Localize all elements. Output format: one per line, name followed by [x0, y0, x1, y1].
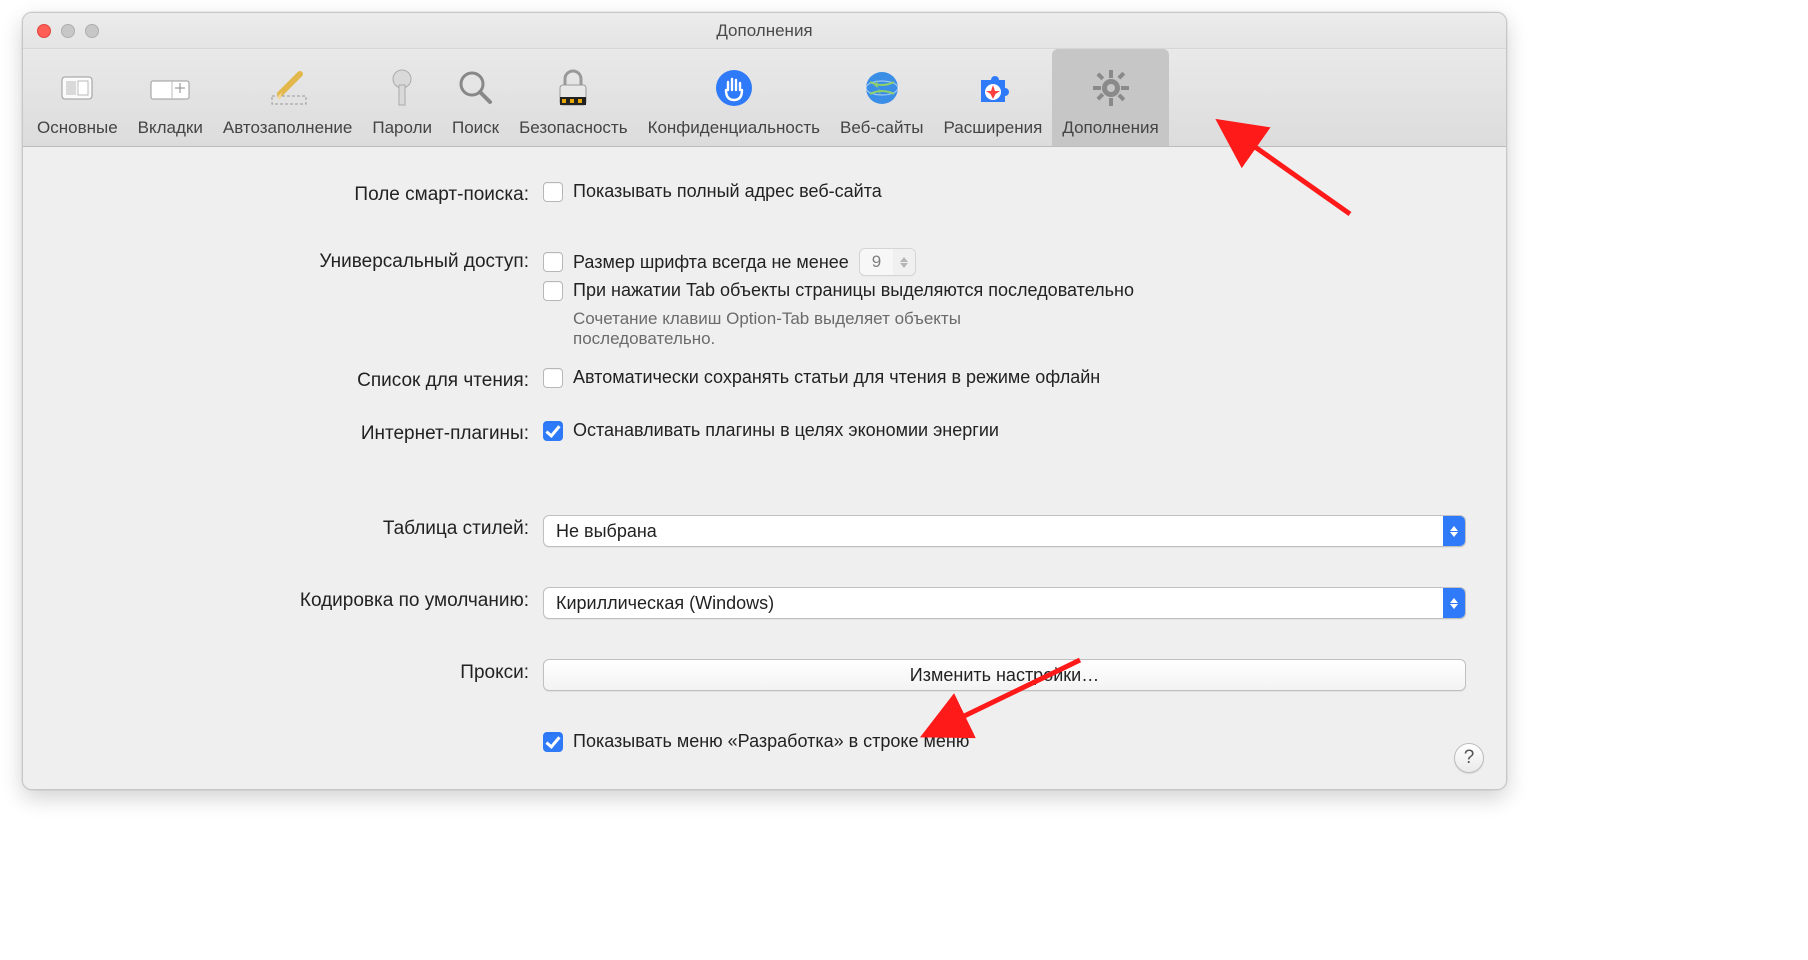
zoom-window-button[interactable]	[85, 24, 99, 38]
tabs-icon	[148, 66, 192, 110]
reading-offline-checkbox[interactable]	[543, 368, 563, 388]
show-full-url-row[interactable]: Показывать полный адрес веб-сайта	[543, 181, 1466, 202]
preferences-window: Дополнения Основные Вкладки Автозаполнен…	[22, 12, 1507, 790]
window-title: Дополнения	[23, 13, 1506, 49]
switch-icon	[55, 66, 99, 110]
tab-label: Автозаполнение	[223, 118, 353, 138]
min-font-checkbox[interactable]	[543, 252, 563, 272]
develop-menu-row[interactable]: Показывать меню «Разработка» в строке ме…	[543, 731, 1466, 752]
tab-label: Поиск	[452, 118, 499, 138]
tab-label: Пароли	[372, 118, 432, 138]
tab-label: Безопасность	[519, 118, 627, 138]
chevron-updown-icon	[893, 249, 915, 275]
accessibility-hint: Сочетание клавиш Option-Tab выделяет объ…	[573, 309, 1093, 349]
show-full-url-checkbox[interactable]	[543, 182, 563, 202]
minimize-window-button[interactable]	[61, 24, 75, 38]
checkbox-label: При нажатии Tab объекты страницы выделяю…	[573, 280, 1134, 301]
stylesheet-select[interactable]: Не выбрана	[543, 515, 1466, 547]
select-value: Не выбрана	[544, 521, 1443, 542]
checkbox-label: Останавливать плагины в целях экономии э…	[573, 420, 999, 441]
min-font-select[interactable]: 9	[859, 248, 916, 276]
magnifier-icon	[454, 66, 498, 110]
checkbox-label: Показывать меню «Разработка» в строке ме…	[573, 731, 969, 752]
titlebar: Дополнения	[23, 13, 1506, 49]
tab-label: Вкладки	[138, 118, 203, 138]
tab-label: Конфиденциальность	[648, 118, 820, 138]
tab-search[interactable]: Поиск	[442, 49, 509, 146]
tab-highlight-row[interactable]: При нажатии Tab объекты страницы выделяю…	[543, 280, 1466, 301]
smart-search-label: Поле смарт-поиска:	[63, 181, 543, 206]
help-button[interactable]: ?	[1454, 743, 1484, 773]
help-label: ?	[1464, 747, 1475, 769]
tab-label: Дополнения	[1062, 118, 1158, 138]
puzzle-icon	[971, 66, 1015, 110]
tab-label: Расширения	[943, 118, 1042, 138]
develop-menu-checkbox[interactable]	[543, 732, 563, 752]
chevron-updown-icon	[1443, 588, 1465, 618]
checkbox-label: Показывать полный адрес веб-сайта	[573, 181, 882, 202]
lock-icon	[551, 66, 595, 110]
encoding-select[interactable]: Кириллическая (Windows)	[543, 587, 1466, 619]
reading-list-label: Список для чтения:	[63, 367, 543, 392]
tab-advanced[interactable]: Дополнения	[1052, 49, 1168, 146]
encoding-label: Кодировка по умолчанию:	[63, 587, 543, 612]
plugins-label: Интернет-плагины:	[63, 420, 543, 445]
checkbox-label: Размер шрифта всегда не менее	[573, 252, 849, 273]
tab-label: Основные	[37, 118, 118, 138]
tab-autofill[interactable]: Автозаполнение	[213, 49, 363, 146]
button-label: Изменить настройки…	[910, 665, 1099, 686]
tab-general[interactable]: Основные	[27, 49, 128, 146]
accessibility-label: Универсальный доступ:	[63, 248, 543, 273]
chevron-updown-icon	[1443, 516, 1465, 546]
content-pane: Поле смарт-поиска: Показывать полный адр…	[23, 147, 1506, 789]
stylesheet-label: Таблица стилей:	[63, 515, 543, 540]
proxy-settings-button[interactable]: Изменить настройки…	[543, 659, 1466, 691]
tab-label: Веб-сайты	[840, 118, 923, 138]
tab-highlight-checkbox[interactable]	[543, 281, 563, 301]
preferences-toolbar: Основные Вкладки Автозаполнение Пароли П…	[23, 49, 1506, 147]
gear-icon	[1089, 66, 1133, 110]
tab-privacy[interactable]: Конфиденциальность	[638, 49, 830, 146]
window-controls	[37, 24, 99, 38]
checkbox-label: Автоматически сохранять статьи для чтени…	[573, 367, 1100, 388]
pencil-icon	[266, 66, 310, 110]
globe-icon	[860, 66, 904, 110]
select-value: Кириллическая (Windows)	[544, 593, 1443, 614]
tab-websites[interactable]: Веб-сайты	[830, 49, 933, 146]
tab-passwords[interactable]: Пароли	[362, 49, 442, 146]
reading-offline-row[interactable]: Автоматически сохранять статьи для чтени…	[543, 367, 1466, 388]
close-window-button[interactable]	[37, 24, 51, 38]
stop-plugins-row[interactable]: Останавливать плагины в целях экономии э…	[543, 420, 1466, 441]
tab-tabs[interactable]: Вкладки	[128, 49, 213, 146]
proxy-label: Прокси:	[63, 659, 543, 684]
tab-extensions[interactable]: Расширения	[933, 49, 1052, 146]
hand-icon	[712, 66, 756, 110]
tab-security[interactable]: Безопасность	[509, 49, 637, 146]
stop-plugins-checkbox[interactable]	[543, 421, 563, 441]
select-value: 9	[860, 252, 893, 272]
key-icon	[380, 66, 424, 110]
